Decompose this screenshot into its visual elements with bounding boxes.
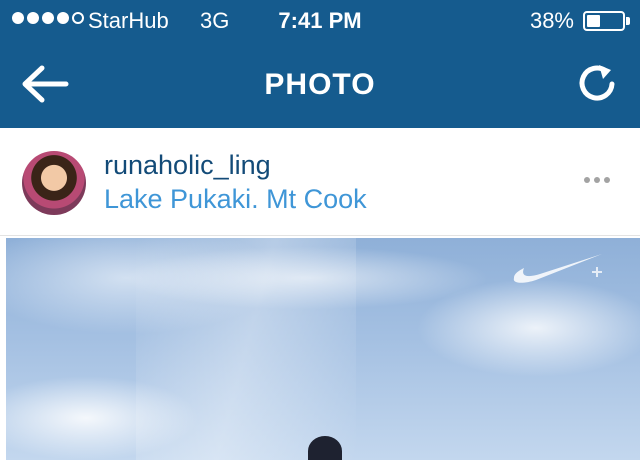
more-options-icon[interactable] bbox=[584, 177, 610, 183]
person-silhouette bbox=[308, 436, 342, 460]
page-title: PHOTO bbox=[264, 68, 376, 101]
avatar[interactable] bbox=[22, 151, 86, 215]
post-header: runaholic_ling Lake Pukaki. Mt Cook bbox=[0, 128, 640, 236]
refresh-icon bbox=[579, 65, 615, 101]
username-link[interactable]: runaholic_ling bbox=[104, 150, 271, 181]
location-link[interactable]: Lake Pukaki. Mt Cook bbox=[104, 184, 367, 215]
swoosh-logo bbox=[513, 254, 602, 283]
refresh-button[interactable] bbox=[576, 62, 620, 106]
battery-percent: 38% bbox=[529, 8, 574, 33]
battery-icon bbox=[583, 11, 625, 31]
top-bar: StarHub 3G 7:41 PM 38% PHOTO bbox=[0, 0, 640, 128]
post-photo[interactable] bbox=[6, 238, 640, 460]
status-bar: StarHub 3G 7:41 PM 38% bbox=[0, 0, 640, 40]
nav-bar: PHOTO bbox=[0, 40, 640, 128]
